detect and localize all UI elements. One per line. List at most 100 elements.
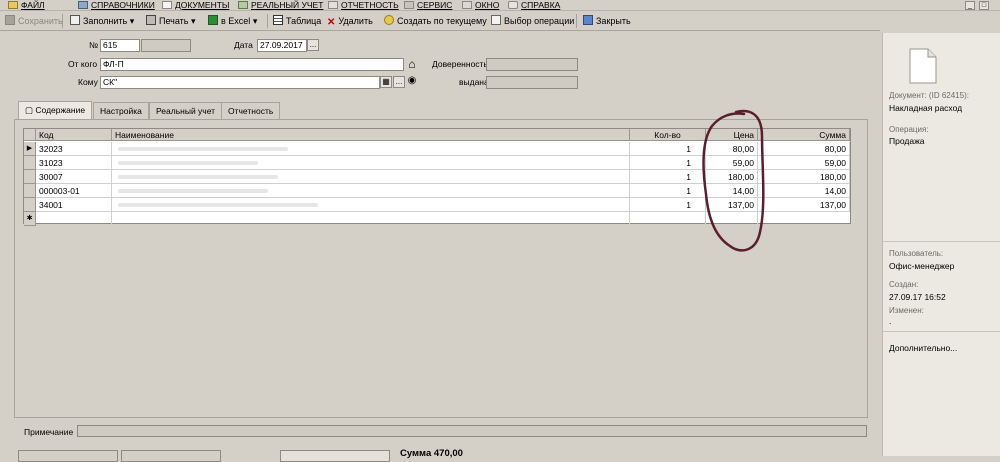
column-header-code[interactable]: Код <box>36 129 112 141</box>
ledger-icon <box>238 1 248 9</box>
cell-code[interactable]: 32023 <box>36 142 112 156</box>
cell-code[interactable]: 000003-01 <box>36 184 112 198</box>
tab-label: Настройка <box>100 106 142 116</box>
menu-real-accounting[interactable]: РЕАЛЬНЫЙ УЧЕТ <box>238 0 323 11</box>
menu-window[interactable]: ОКНО <box>462 0 499 11</box>
print-button[interactable]: Печать ▾ <box>146 14 196 28</box>
create-based-button[interactable]: Создать по текущему <box>384 14 487 28</box>
delete-icon: ✕ <box>327 17 336 28</box>
issued-field[interactable] <box>486 76 578 89</box>
operation-label: Операция: <box>889 125 929 134</box>
service-icon <box>404 1 414 9</box>
tab-reports[interactable]: Отчетность <box>221 102 281 119</box>
choose-operation-button[interactable]: Выбор операции <box>491 14 574 28</box>
cell-code[interactable] <box>36 212 112 226</box>
number-field[interactable]: 615 <box>100 39 140 52</box>
to-field[interactable]: СК" <box>100 76 380 89</box>
bottom-button[interactable] <box>121 450 221 462</box>
tab-real-accounting[interactable]: Реальный учет <box>149 102 223 119</box>
bottom-button[interactable] <box>280 450 390 462</box>
menu-label: ОТЧЕТНОСТЬ <box>341 0 399 10</box>
column-header-name[interactable]: Наименование <box>112 129 630 141</box>
user-label: Пользователь: <box>889 249 944 258</box>
chevron-down-icon: ▾ <box>129 16 135 26</box>
menu-file[interactable]: ФАЙЛ <box>8 0 45 11</box>
row-indicator <box>24 198 36 212</box>
table-button[interactable]: Таблица <box>273 14 321 28</box>
document-value: Накладная расход <box>889 103 963 113</box>
menu-references[interactable]: СПРАВОЧНИКИ <box>78 0 155 11</box>
cell-code[interactable]: 31023 <box>36 156 112 170</box>
cell-name[interactable] <box>112 184 630 198</box>
cell-code[interactable]: 34001 <box>36 198 112 212</box>
cell-name[interactable] <box>112 170 630 184</box>
note-field[interactable] <box>77 425 867 437</box>
cell-name[interactable] <box>112 156 630 170</box>
menu-label: РЕАЛЬНЫЙ УЧЕТ <box>251 0 324 10</box>
date-label: Дата <box>234 40 253 50</box>
window-icon <box>462 1 472 9</box>
issued-label: выдана <box>459 77 489 87</box>
delete-label: Удалить <box>338 16 373 26</box>
choose-operation-label: Выбор операции <box>504 16 575 26</box>
menu-service[interactable]: СЕРВИС <box>404 0 452 11</box>
created-value: 27.09.17 16:52 <box>889 292 946 302</box>
menu-help[interactable]: СПРАВКА <box>508 0 560 11</box>
save-label: Сохранить <box>18 16 63 26</box>
date-picker-button[interactable]: ... <box>307 39 319 51</box>
number-label: № <box>89 40 99 50</box>
cell-name[interactable] <box>112 198 630 212</box>
current-row-marker: ▶ <box>24 142 36 156</box>
side-panel: Документ: (ID 62415): Накладная расход О… <box>882 33 1000 456</box>
bottom-button[interactable] <box>18 450 118 462</box>
fill-button[interactable]: Заполнить ▾ <box>70 14 134 28</box>
folder-icon <box>8 1 18 9</box>
row-indicator <box>24 184 36 198</box>
delete-button[interactable]: ✕ Удалить <box>327 14 373 28</box>
menu-reports[interactable]: ОТЧЕТНОСТЬ <box>328 0 399 11</box>
from-field[interactable]: ФЛ-П <box>100 58 404 71</box>
close-button[interactable]: Закрыть <box>583 14 631 28</box>
menu-documents[interactable]: ДОКУМЕНТЫ <box>162 0 229 11</box>
to-picker-button[interactable]: ... <box>393 76 405 88</box>
table-icon <box>273 15 283 25</box>
power-of-attorney-field[interactable] <box>486 58 578 71</box>
document-icon <box>909 48 937 84</box>
print-label: Печать <box>159 16 189 26</box>
row-indicator <box>24 156 36 170</box>
tab-content[interactable]: ▢ Содержание <box>18 101 93 120</box>
tab-settings[interactable]: Настройка <box>93 102 149 119</box>
minimize-button[interactable]: _ <box>965 1 975 10</box>
power-of-attorney-label: Доверенность <box>432 59 488 69</box>
help-icon <box>508 1 518 9</box>
operation-value: Продажа <box>889 136 925 146</box>
total-value: 470,00 <box>433 448 463 459</box>
select-icon[interactable]: ▦ <box>380 76 392 88</box>
close-doc-icon <box>583 15 593 25</box>
number-suffix-field[interactable] <box>141 39 191 52</box>
operation-icon <box>491 15 501 25</box>
date-field[interactable]: 27.09.2017 <box>257 39 307 52</box>
toolbar: Сохранить Заполнить ▾ Печать ▾ в Excel ▾… <box>0 11 880 31</box>
fill-icon <box>70 15 80 25</box>
excel-button[interactable]: в Excel ▾ <box>208 14 257 28</box>
menu-label: ДОКУМЕНТЫ <box>175 0 230 10</box>
table-label: Таблица <box>286 16 322 26</box>
total-sum: Сумма 470,00 <box>400 448 463 459</box>
menu-label: СПРАВОЧНИКИ <box>91 0 155 10</box>
more-link[interactable]: Дополнительно... <box>889 343 957 353</box>
chevron-down-icon: ▾ <box>191 16 196 26</box>
total-label: Сумма <box>400 448 432 459</box>
save-button[interactable]: Сохранить <box>5 14 63 28</box>
menu-label: СЕРВИС <box>417 0 453 10</box>
globe-icon[interactable]: ◉ <box>406 76 418 88</box>
cell-code[interactable]: 30007 <box>36 170 112 184</box>
menu-label: ОКНО <box>475 0 500 10</box>
close-label: Закрыть <box>596 16 631 26</box>
cell-name[interactable] <box>112 142 630 156</box>
menu-bar: ФАЙЛ СПРАВОЧНИКИ ДОКУМЕНТЫ РЕАЛЬНЫЙ УЧЕТ… <box>0 0 1000 11</box>
restore-button[interactable]: □ <box>979 1 989 10</box>
cell-name[interactable] <box>112 212 630 226</box>
toolbar-separator <box>62 14 63 28</box>
home-icon[interactable]: ⌂ <box>406 58 418 70</box>
